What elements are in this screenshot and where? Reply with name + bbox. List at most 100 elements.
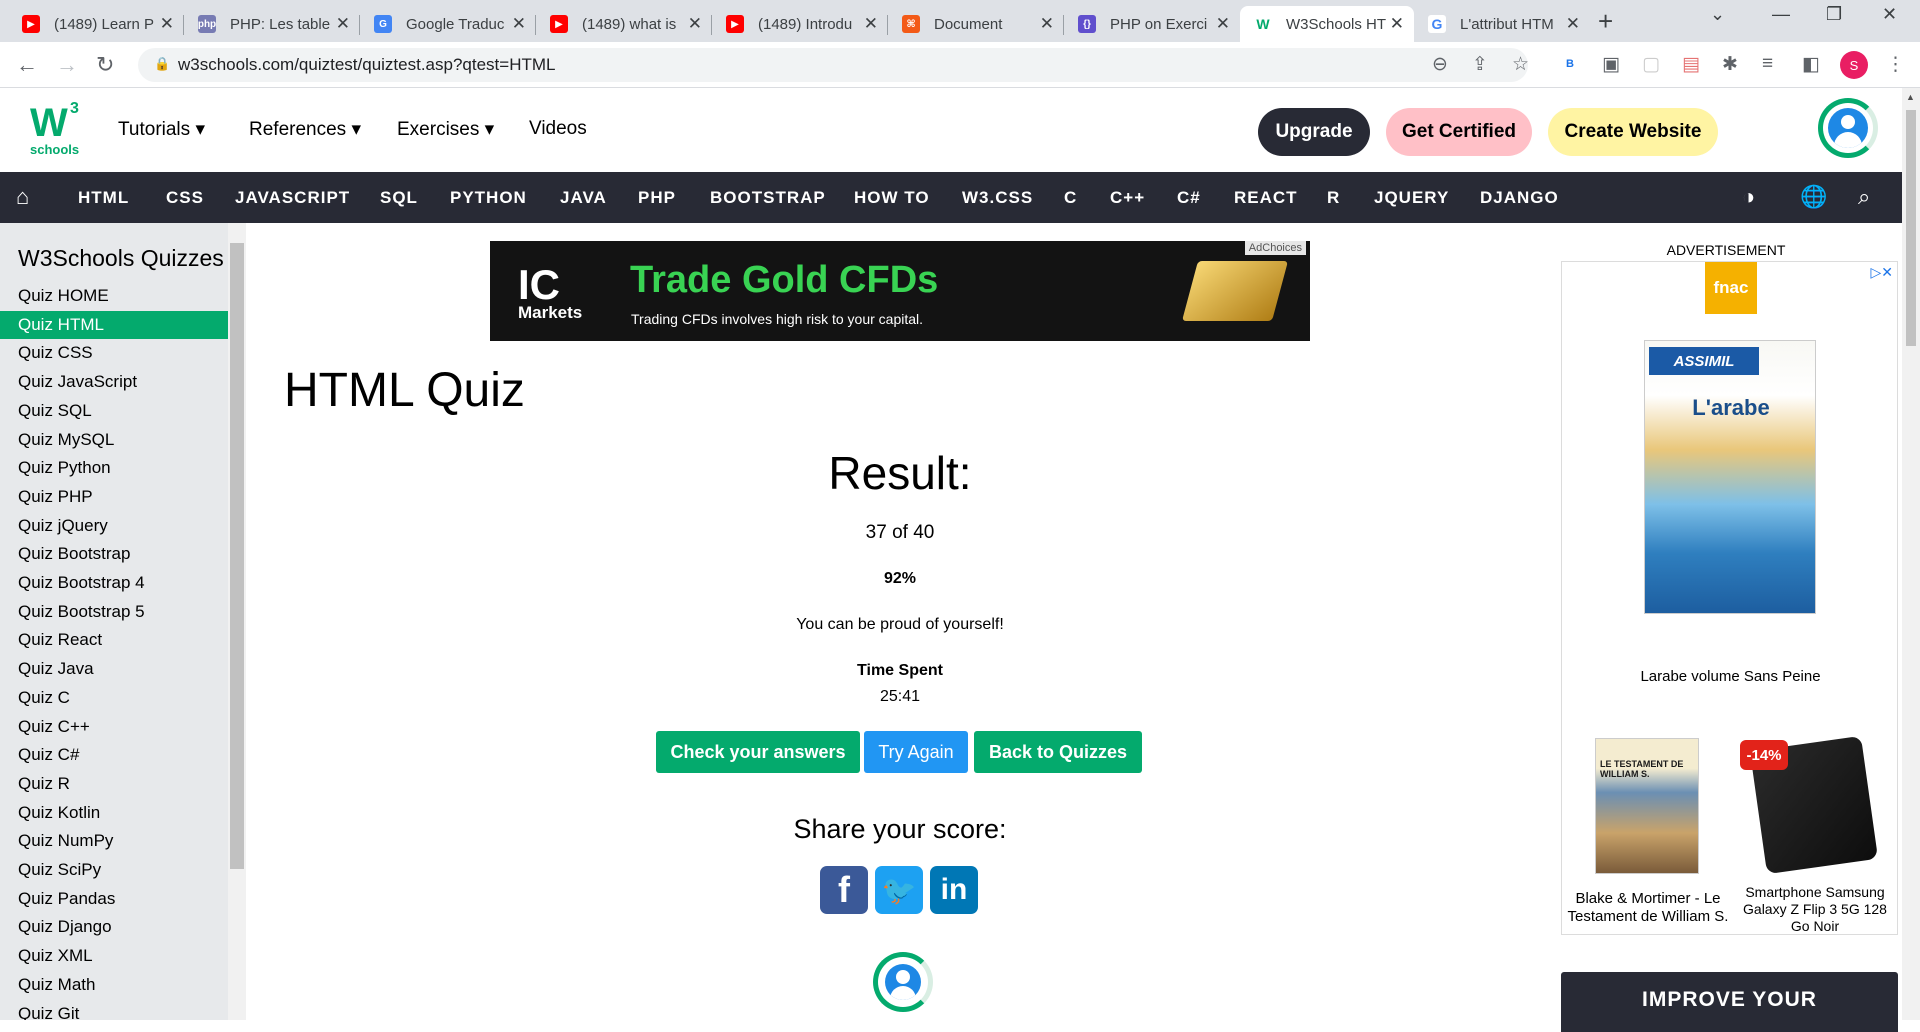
user-progress-icon[interactable]: [873, 952, 933, 1012]
close-tab-icon[interactable]: ✕: [688, 14, 702, 34]
scrollbar-thumb[interactable]: [1906, 110, 1916, 346]
extensions-puzzle-icon[interactable]: ✱: [1722, 53, 1738, 76]
page-scrollbar[interactable]: ▲: [1902, 88, 1920, 1020]
tab-search-icon[interactable]: ⌄: [1710, 4, 1725, 25]
w3schools-logo[interactable]: W 3 schools: [30, 100, 86, 160]
share-icon[interactable]: ⇪: [1472, 53, 1488, 76]
close-tab-icon[interactable]: ✕: [512, 14, 526, 34]
create-website-button[interactable]: Create Website: [1548, 108, 1718, 156]
product-title-1[interactable]: Larabe volume Sans Peine: [1562, 668, 1899, 685]
reading-list-icon[interactable]: ≡: [1762, 53, 1773, 75]
upgrade-button[interactable]: Upgrade: [1258, 108, 1370, 156]
browser-tab-7[interactable]: {} PHP on Exerci ✕: [1064, 6, 1240, 42]
product-title-3[interactable]: Smartphone Samsung Galaxy Z Flip 3 5G 12…: [1734, 884, 1896, 935]
extension-dark-icon[interactable]: ▣: [1602, 53, 1620, 76]
sidebar-item-quiz-sql[interactable]: Quiz SQL: [0, 397, 228, 425]
browser-tab-8[interactable]: W W3Schools HT ✕: [1240, 6, 1414, 42]
zoom-icon[interactable]: ⊖: [1432, 53, 1448, 76]
sidebar-item-quiz-r[interactable]: Quiz R: [0, 770, 228, 798]
extension-grey-icon[interactable]: ▢: [1642, 53, 1660, 76]
menu-exercises[interactable]: Exercises ▾: [397, 118, 494, 141]
sidebar-item-quiz-home[interactable]: Quiz HOME: [0, 282, 228, 310]
topnav-react[interactable]: REACT: [1234, 188, 1298, 208]
sidebar-scrollbar-thumb[interactable]: [230, 243, 244, 869]
sidebar-item-quiz-bootstrap[interactable]: Quiz Bootstrap: [0, 540, 228, 568]
close-tab-icon[interactable]: ✕: [1390, 14, 1404, 34]
topnav-python[interactable]: PYTHON: [450, 188, 527, 208]
topnav-r[interactable]: R: [1327, 188, 1340, 208]
sidebar-scrollbar[interactable]: [228, 223, 246, 1020]
topnav-django[interactable]: DJANGO: [1480, 188, 1559, 208]
menu-tutorials[interactable]: Tutorials ▾: [118, 118, 205, 141]
close-tab-icon[interactable]: ✕: [336, 14, 350, 34]
topnav-html[interactable]: HTML: [78, 188, 129, 208]
facebook-icon[interactable]: f: [820, 866, 868, 914]
sidebar-item-quiz-bootstrap-5[interactable]: Quiz Bootstrap 5: [0, 598, 228, 626]
sidebar-item-quiz-mysql[interactable]: Quiz MySQL: [0, 426, 228, 454]
try-again-button[interactable]: Try Again: [864, 731, 968, 773]
get-certified-button[interactable]: Get Certified: [1386, 108, 1532, 156]
browser-tab-5[interactable]: ▶ (1489) Introdu ✕: [712, 6, 888, 42]
sidebar-item-quiz-django[interactable]: Quiz Django: [0, 913, 228, 941]
topnav-css[interactable]: CSS: [166, 188, 204, 208]
globe-icon[interactable]: 🌐: [1800, 184, 1827, 210]
sidebar-item-quiz-kotlin[interactable]: Quiz Kotlin: [0, 799, 228, 827]
sidebar-item-quiz-react[interactable]: Quiz React: [0, 626, 228, 654]
sidebar-item-quiz-numpy[interactable]: Quiz NumPy: [0, 827, 228, 855]
sidebar-item-quiz-php[interactable]: Quiz PHP: [0, 483, 228, 511]
topnav-w3css[interactable]: W3.CSS: [962, 188, 1033, 208]
sidebar-item-quiz-scipy[interactable]: Quiz SciPy: [0, 856, 228, 884]
topnav-c[interactable]: C: [1064, 188, 1077, 208]
sidebar-item-quiz-python[interactable]: Quiz Python: [0, 454, 228, 482]
sidebar-item-quiz-c-[interactable]: Quiz C#: [0, 741, 228, 769]
topnav-howto[interactable]: HOW TO: [854, 188, 930, 208]
bookmark-star-icon[interactable]: ☆: [1512, 53, 1529, 76]
check-answers-button[interactable]: Check your answers: [656, 731, 860, 773]
topnav-java[interactable]: JAVA: [560, 188, 607, 208]
sidebar-item-quiz-pandas[interactable]: Quiz Pandas: [0, 885, 228, 913]
sidebar-item-quiz-c-[interactable]: Quiz C++: [0, 713, 228, 741]
browser-tab-4[interactable]: ▶ (1489) what is ✕: [536, 6, 712, 42]
minimize-icon[interactable]: —: [1772, 4, 1790, 25]
sidebar-item-quiz-c[interactable]: Quiz C: [0, 684, 228, 712]
sidebar-item-quiz-java[interactable]: Quiz Java: [0, 655, 228, 683]
profile-avatar[interactable]: S: [1840, 51, 1868, 79]
scroll-up-icon[interactable]: ▲: [1906, 92, 1915, 102]
topnav-javascript[interactable]: JAVASCRIPT: [235, 188, 350, 208]
close-tab-icon[interactable]: ✕: [160, 14, 174, 34]
book-cover-image[interactable]: ASSIMIL L'arabe: [1644, 340, 1816, 614]
topnav-php[interactable]: PHP: [638, 188, 676, 208]
search-icon[interactable]: ⌕: [1858, 184, 1870, 210]
menu-references[interactable]: References ▾: [249, 118, 361, 141]
adchoices-label[interactable]: AdChoices: [1244, 241, 1306, 255]
topnav-csharp[interactable]: C#: [1177, 188, 1201, 208]
linkedin-icon[interactable]: in: [930, 866, 978, 914]
browser-tab-6[interactable]: ⌘ Document ✕: [888, 6, 1064, 42]
ad-banner[interactable]: IC Markets Trade Gold CFDs Trading CFDs …: [490, 241, 1310, 341]
topnav-cpp[interactable]: C++: [1110, 188, 1145, 208]
new-tab-icon[interactable]: +: [1598, 6, 1613, 37]
menu-kebab-icon[interactable]: ⋮: [1886, 53, 1905, 76]
back-to-quizzes-button[interactable]: Back to Quizzes: [974, 731, 1142, 773]
improve-banner[interactable]: IMPROVE YOUR: [1561, 972, 1898, 1032]
sidebar-item-quiz-html[interactable]: Quiz HTML: [0, 310, 228, 339]
side-panel-icon[interactable]: ◧: [1802, 53, 1820, 76]
browser-tab-2[interactable]: php PHP: Les table ✕: [184, 6, 360, 42]
comic-cover-image[interactable]: LE TESTAMENT DE WILLIAM S.: [1595, 738, 1699, 874]
back-icon[interactable]: ←: [16, 52, 38, 78]
sidebar-item-quiz-math[interactable]: Quiz Math: [0, 971, 228, 999]
product-title-2[interactable]: Blake & Mortimer - Le Testament de Willi…: [1566, 890, 1730, 926]
browser-tab-9[interactable]: G L'attribut HTM ✕: [1414, 6, 1590, 42]
close-tab-icon[interactable]: ✕: [1040, 14, 1054, 34]
right-ad-panel[interactable]: fnac ▷✕ ASSIMIL L'arabe Larabe volume Sa…: [1561, 261, 1898, 935]
restore-icon[interactable]: ❐: [1826, 4, 1842, 25]
close-tab-icon[interactable]: ✕: [1566, 14, 1580, 34]
twitter-icon[interactable]: 🐦: [875, 866, 923, 914]
sidebar-item-quiz-git[interactable]: Quiz Git: [0, 1000, 228, 1021]
sidebar-item-quiz-jquery[interactable]: Quiz jQuery: [0, 512, 228, 540]
browser-tab-1[interactable]: ▶ (1489) Learn P ✕: [8, 6, 184, 42]
close-tab-icon[interactable]: ✕: [1216, 14, 1230, 34]
sidebar-item-quiz-css[interactable]: Quiz CSS: [0, 339, 228, 367]
menu-videos[interactable]: Videos: [529, 118, 587, 140]
browser-tab-3[interactable]: G Google Traduc ✕: [360, 6, 536, 42]
